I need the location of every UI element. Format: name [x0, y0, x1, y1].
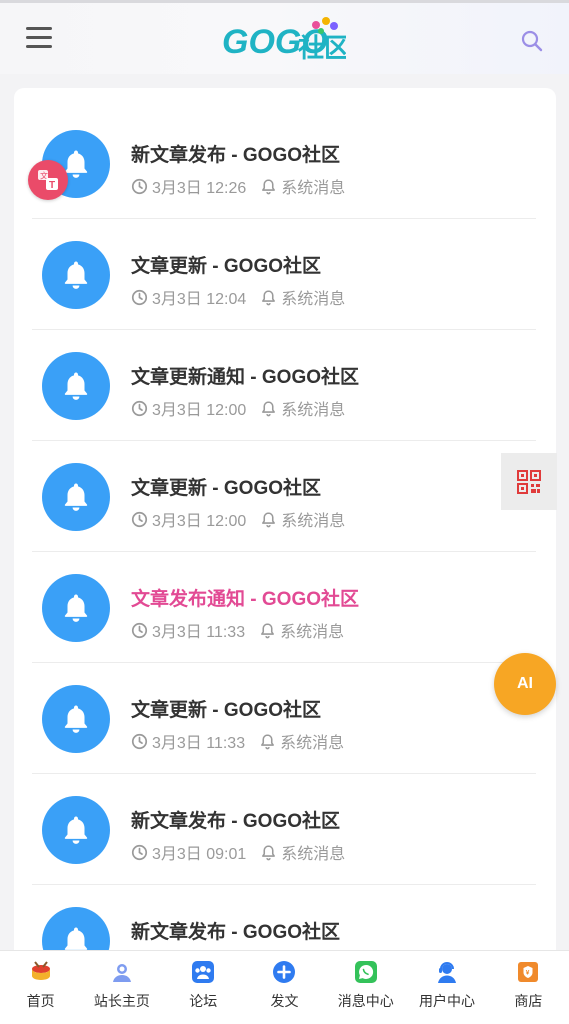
clock-icon — [131, 622, 148, 639]
page: GOGO 社区 新文章发布 - GOGO社区 3月3日 12:26 系统消息 文章更新… — [0, 0, 569, 1024]
notification-meta: 3月3日 09:01 系统消息 — [131, 840, 345, 864]
notification-title[interactable]: 文章更新 - GOGO社区 — [131, 473, 321, 500]
clock-icon — [131, 844, 148, 861]
clock-icon — [131, 178, 148, 195]
bell-icon — [64, 705, 88, 733]
notification-title[interactable]: 文章发布通知 - GOGO社区 — [131, 584, 359, 611]
nav-label: 消息中心 — [337, 993, 394, 1009]
nav-label: 论坛 — [189, 993, 218, 1009]
notification-type: 系统消息 — [281, 513, 346, 530]
notification-title[interactable]: 文章更新 - GOGO社区 — [131, 695, 321, 722]
notification-meta: 3月3日 11:33 系统消息 — [131, 618, 344, 642]
notification-time: 3月3日 12:26 — [152, 180, 247, 197]
notification-meta: 3月3日 12:00 系统消息 — [131, 507, 345, 531]
notification-time: 3月3日 12:04 — [152, 291, 247, 308]
notification-type: 系统消息 — [281, 846, 346, 863]
bell-outline-icon — [259, 622, 276, 639]
drum-icon — [29, 960, 53, 984]
notification-type: 系统消息 — [280, 735, 345, 752]
bell-icon — [64, 261, 88, 289]
notification-time: 3月3日 11:33 — [152, 735, 246, 752]
plus-circle-icon — [272, 960, 296, 984]
nav-item-6[interactable]: ¥ 商店 — [488, 951, 569, 1024]
bell-outline-icon — [260, 289, 277, 306]
bell-outline-icon — [260, 511, 277, 528]
group-icon — [191, 960, 215, 984]
nav-item-4[interactable]: 消息中心 — [325, 951, 406, 1024]
notification-title[interactable]: 新文章发布 - GOGO社区 — [131, 140, 340, 167]
notification-meta: 3月3日 12:26 系统消息 — [131, 174, 345, 198]
clock-icon — [131, 733, 148, 750]
ai-assistant-button[interactable]: AI — [494, 653, 556, 715]
bell-icon — [64, 594, 88, 622]
notification-title[interactable]: 新文章发布 - GOGO社区 — [131, 917, 340, 944]
bell-outline-icon — [260, 178, 277, 195]
nav-label: 用户中心 — [419, 993, 476, 1009]
bell-avatar-icon — [42, 796, 110, 864]
notification-type: 系统消息 — [281, 402, 346, 419]
svg-text:T: T — [49, 180, 55, 191]
notification-type: 系统消息 — [280, 624, 345, 641]
translate-icon[interactable]: 文 T — [28, 160, 68, 200]
notification-time: 3月3日 11:33 — [152, 624, 246, 641]
shop-icon: ¥ — [516, 960, 540, 984]
nav-item-0[interactable]: 首页 — [0, 951, 81, 1024]
nav-item-1[interactable]: 站长主页 — [81, 951, 162, 1024]
nav-item-3[interactable]: 发文 — [244, 951, 325, 1024]
notification-list: 新文章发布 - GOGO社区 3月3日 12:26 系统消息 文章更新 - GOGO社… — [14, 88, 556, 968]
nav-item-2[interactable]: 论坛 — [163, 951, 244, 1024]
notification-type: 系统消息 — [281, 291, 346, 308]
bell-outline-icon — [260, 844, 277, 861]
notification-meta: 3月3日 12:00 系统消息 — [131, 396, 345, 420]
notification-meta: 3月3日 12:04 系统消息 — [131, 285, 345, 309]
notification-item[interactable]: 文章更新通知 - GOGO社区 3月3日 12:00 系统消息 — [32, 330, 536, 441]
site-logo[interactable]: GOGO 社区 — [222, 13, 350, 65]
user-avatar-icon — [110, 960, 134, 984]
notification-type: 系统消息 — [281, 180, 346, 197]
bell-avatar-icon — [42, 352, 110, 420]
bell-icon — [64, 816, 88, 844]
clock-icon — [131, 400, 148, 417]
nav-label: 发文 — [270, 993, 299, 1009]
notification-time: 3月3日 12:00 — [152, 513, 247, 530]
svg-text:¥: ¥ — [526, 970, 530, 977]
bell-outline-icon — [259, 733, 276, 750]
bell-avatar-icon — [42, 463, 110, 531]
nav-item-5[interactable]: 用户中心 — [406, 951, 487, 1024]
bell-icon — [64, 483, 88, 511]
notification-title[interactable]: 文章更新 - GOGO社区 — [131, 251, 321, 278]
notification-item[interactable]: 新文章发布 - GOGO社区 3月3日 09:01 系统消息 — [32, 774, 536, 885]
search-icon[interactable] — [520, 29, 544, 53]
nav-label: 首页 — [26, 993, 55, 1009]
notification-time: 3月3日 12:00 — [152, 402, 247, 419]
notification-time: 3月3日 09:01 — [152, 846, 247, 863]
chat-icon — [354, 960, 378, 984]
logo-she-qu-text: 社区 — [298, 33, 346, 64]
bottom-nav: 首页 站长主页 论坛 发文 消息中心 用户中心 ¥ 商店 — [0, 950, 569, 1024]
support-agent-icon — [435, 960, 459, 984]
notification-item[interactable]: 文章更新 - GOGO社区 3月3日 12:04 系统消息 — [32, 219, 536, 330]
qr-code-icon[interactable] — [501, 453, 557, 510]
notification-item[interactable]: 文章更新 - GOGO社区 3月3日 12:00 系统消息 — [32, 441, 536, 552]
bell-avatar-icon — [42, 685, 110, 753]
notification-title[interactable]: 文章更新通知 - GOGO社区 — [131, 362, 359, 389]
nav-label: 站长主页 — [93, 993, 150, 1009]
bell-avatar-icon — [42, 574, 110, 642]
bell-outline-icon — [260, 400, 277, 417]
notification-item[interactable]: 新文章发布 - GOGO社区 3月3日 12:26 系统消息 — [32, 108, 536, 219]
notification-meta: 3月3日 11:33 系统消息 — [131, 729, 344, 753]
top-header: GOGO 社区 — [0, 0, 569, 74]
notification-item[interactable]: 文章发布通知 - GOGO社区 3月3日 11:33 系统消息 — [32, 552, 536, 663]
notification-item[interactable]: 文章更新 - GOGO社区 3月3日 11:33 系统消息 — [32, 663, 536, 774]
bell-avatar-icon — [42, 241, 110, 309]
hamburger-icon[interactable] — [26, 27, 52, 49]
clock-icon — [131, 289, 148, 306]
notification-title[interactable]: 新文章发布 - GOGO社区 — [131, 806, 340, 833]
bell-icon — [64, 372, 88, 400]
clock-icon — [131, 511, 148, 528]
nav-label: 商店 — [514, 993, 543, 1009]
